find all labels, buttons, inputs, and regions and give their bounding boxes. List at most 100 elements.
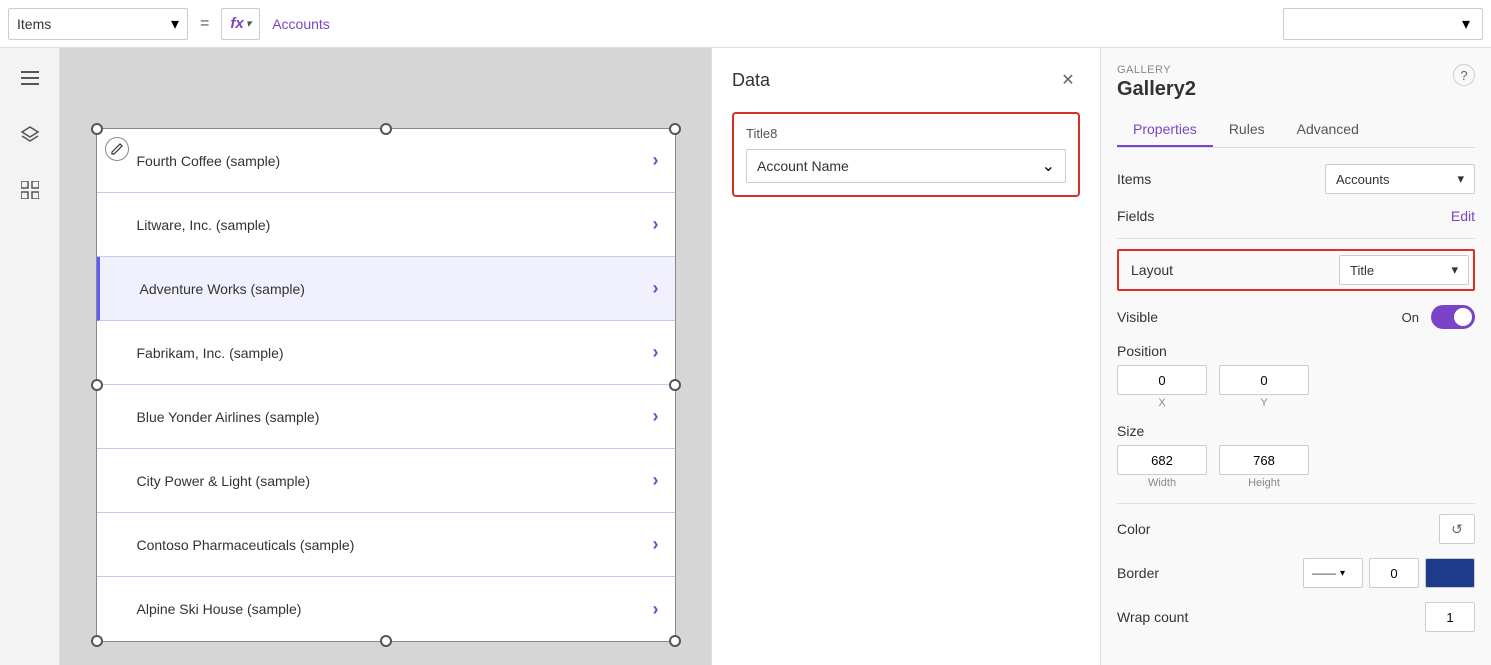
gallery-item-chevron: ›	[653, 214, 659, 235]
items-prop-label: Items	[1117, 171, 1197, 187]
gallery-item-chevron: ›	[653, 406, 659, 427]
gallery-item-chevron: ›	[653, 278, 659, 299]
data-field-dropdown-label: Account Name	[757, 158, 849, 174]
handle-top-center[interactable]	[380, 123, 392, 135]
size-prop-row: Size Width Height	[1117, 423, 1475, 489]
gallery-name: Gallery2	[1117, 78, 1475, 101]
visible-prop-row: Visible On	[1117, 305, 1475, 329]
data-panel-title: Data	[732, 70, 770, 91]
grid-icon[interactable]	[12, 172, 48, 208]
color-prop-row: Color ↺	[1117, 514, 1475, 544]
handle-top-right[interactable]	[669, 123, 681, 135]
handle-bot-center[interactable]	[380, 635, 392, 647]
canvas-area[interactable]: Fourth Coffee (sample) › Litware, Inc. (…	[60, 48, 711, 665]
border-style-dropdown[interactable]: —— ▾	[1303, 558, 1363, 588]
position-x-group: X	[1117, 365, 1207, 409]
items-prop-row: Items Accounts ▾	[1117, 164, 1475, 194]
layout-prop-label: Layout	[1123, 258, 1181, 282]
position-y-input[interactable]	[1219, 365, 1309, 395]
top-bar: Items ▾ = fx ▾ Accounts ▾	[0, 0, 1491, 48]
gallery-item-chevron: ›	[653, 534, 659, 555]
size-prop-label: Size	[1117, 423, 1144, 439]
close-icon: ✕	[1061, 70, 1074, 90]
handle-bot-left[interactable]	[91, 635, 103, 647]
gallery-item[interactable]: City Power & Light (sample) ›	[97, 449, 675, 513]
gallery-item[interactable]: Fourth Coffee (sample) ›	[97, 129, 675, 193]
equals-sign: =	[196, 15, 213, 33]
wrap-count-input[interactable]	[1425, 602, 1475, 632]
position-inputs: X Y	[1117, 365, 1475, 409]
on-label: On	[1402, 310, 1419, 325]
fields-prop-label: Fields	[1117, 208, 1197, 224]
formula-value: Accounts	[272, 16, 330, 32]
position-y-group: Y	[1219, 365, 1309, 409]
properties-panel: ? GALLERY Gallery2 Properties Rules Adva…	[1101, 48, 1491, 665]
size-width-label: Width	[1148, 477, 1176, 489]
formula-bar: Accounts	[268, 8, 1275, 40]
layout-prop-row: Layout Title ▾	[1117, 249, 1475, 291]
wrap-prop-row: Wrap count	[1117, 602, 1475, 632]
tab-advanced[interactable]: Advanced	[1281, 113, 1375, 147]
gallery-item-name: Blue Yonder Airlines (sample)	[137, 409, 320, 425]
items-prop-value: Accounts	[1336, 172, 1389, 187]
tab-rules[interactable]: Rules	[1213, 113, 1281, 147]
help-icon-label: ?	[1460, 68, 1467, 83]
visible-prop-label: Visible	[1117, 309, 1197, 325]
gallery-item-name: Litware, Inc. (sample)	[137, 217, 271, 233]
gallery-item[interactable]: Litware, Inc. (sample) ›	[97, 193, 675, 257]
fields-prop-row: Fields Edit	[1117, 208, 1475, 224]
fx-button[interactable]: fx ▾	[221, 8, 260, 40]
position-prop-label: Position	[1117, 343, 1167, 359]
gallery-item-name: Fabrikam, Inc. (sample)	[137, 345, 284, 361]
items-prop-dropdown[interactable]: Accounts ▾	[1325, 164, 1475, 194]
size-width-input[interactable]	[1117, 445, 1207, 475]
gallery-item-selected[interactable]: Adventure Works (sample) ›	[97, 257, 675, 321]
handle-bot-right[interactable]	[669, 635, 681, 647]
size-height-label: Height	[1248, 477, 1280, 489]
size-height-input[interactable]	[1219, 445, 1309, 475]
items-prop-chevron: ▾	[1457, 171, 1464, 187]
fields-edit-link[interactable]: Edit	[1451, 208, 1475, 224]
gallery-item-name: Fourth Coffee (sample)	[137, 153, 281, 169]
size-inputs: Width Height	[1117, 445, 1475, 489]
data-panel: Data ✕ Title8 Account Name ⌄	[711, 48, 1101, 665]
data-panel-close-button[interactable]: ✕	[1056, 68, 1080, 92]
position-x-label: X	[1158, 397, 1165, 409]
handle-mid-right[interactable]	[669, 379, 681, 391]
gallery-item[interactable]: Contoso Pharmaceuticals (sample) ›	[97, 513, 675, 577]
layout-prop-dropdown[interactable]: Title ▾	[1339, 255, 1469, 285]
border-color-swatch[interactable]	[1425, 558, 1475, 588]
gallery-item[interactable]: Blue Yonder Airlines (sample) ›	[97, 385, 675, 449]
gallery-item-chevron: ›	[653, 342, 659, 363]
layout-prop-chevron: ▾	[1451, 262, 1458, 278]
border-width-input[interactable]	[1369, 558, 1419, 588]
data-field-label: Title8	[746, 126, 1066, 141]
layers-icon[interactable]	[12, 116, 48, 152]
visible-toggle[interactable]	[1431, 305, 1475, 329]
top-bar-right-dropdown[interactable]: ▾	[1283, 8, 1483, 40]
gallery-item-name: Alpine Ski House (sample)	[137, 601, 302, 617]
gallery-item-chevron: ›	[653, 470, 659, 491]
gallery-item[interactable]: Alpine Ski House (sample) ›	[97, 577, 675, 641]
items-dropdown[interactable]: Items ▾	[8, 8, 188, 40]
border-inputs: —— ▾	[1303, 558, 1475, 588]
position-prop-row: Position X Y	[1117, 343, 1475, 409]
position-y-label: Y	[1260, 397, 1267, 409]
size-width-group: Width	[1117, 445, 1207, 489]
gallery-item[interactable]: Fabrikam, Inc. (sample) ›	[97, 321, 675, 385]
size-height-group: Height	[1219, 445, 1309, 489]
border-prop-label: Border	[1117, 565, 1197, 581]
data-panel-header: Data ✕	[732, 68, 1080, 92]
handle-top-left[interactable]	[91, 123, 103, 135]
gallery-item-name: Adventure Works (sample)	[140, 281, 305, 297]
sidebar	[0, 48, 60, 665]
position-x-input[interactable]	[1117, 365, 1207, 395]
hamburger-icon[interactable]	[12, 60, 48, 96]
data-field-dropdown[interactable]: Account Name ⌄	[746, 149, 1066, 183]
help-icon[interactable]: ?	[1453, 64, 1475, 86]
edit-icon[interactable]	[105, 137, 129, 161]
items-dropdown-chevron: ▾	[171, 14, 179, 34]
handle-mid-left[interactable]	[91, 379, 103, 391]
color-swatch-button[interactable]: ↺	[1439, 514, 1475, 544]
tab-properties[interactable]: Properties	[1117, 113, 1213, 147]
